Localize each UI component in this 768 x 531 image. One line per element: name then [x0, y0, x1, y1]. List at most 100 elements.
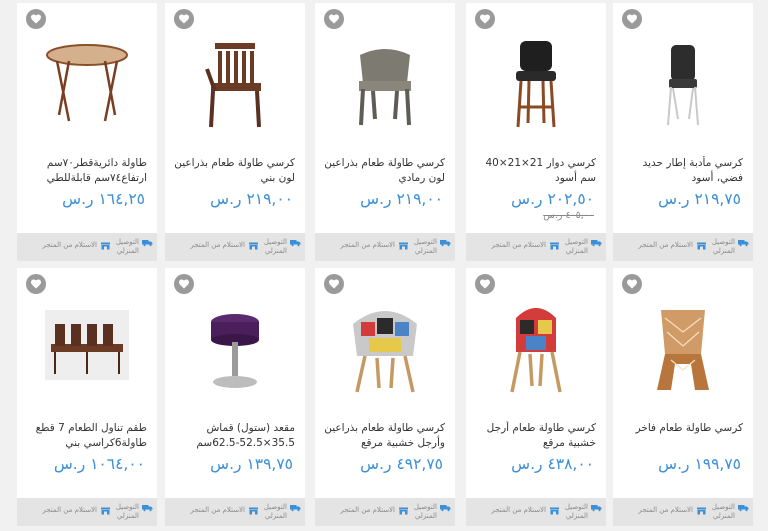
favorite-heart-icon[interactable]	[26, 9, 46, 29]
fulfillment-options: التوصيل المنزلي الاستلام من المتجر	[165, 233, 305, 261]
store-icon	[696, 506, 707, 518]
store-pickup-label: الاستلام من المتجر	[190, 241, 245, 249]
store-pickup-option: الاستلام من المتجر	[319, 506, 409, 518]
product-image[interactable]	[335, 33, 435, 133]
product-price: ١٩٩,٧٥ ر.س	[658, 455, 741, 473]
truck-icon	[440, 503, 451, 515]
product-price: ١٠٦٤,٠٠ ر.س	[53, 455, 145, 473]
home-delivery-label: التوصيل المنزلي	[115, 238, 139, 255]
product-price: ٢٠٢,٥٠ ر.س	[511, 190, 594, 208]
product-price: ٢١٩,٧٥ ر.س	[658, 190, 741, 208]
favorite-heart-icon[interactable]	[174, 274, 194, 294]
product-image[interactable]	[486, 298, 586, 398]
product-name[interactable]: كرسي طاولة طعام بذراعين لون بني	[169, 156, 295, 186]
product-image[interactable]	[335, 298, 435, 398]
fulfillment-options: التوصيل المنزلي الاستلام من المتجر	[315, 498, 455, 526]
product-name[interactable]: طاولة دائريةقطر٧٠سم ارتفاع٧٤سم قابلةللطي	[21, 156, 147, 186]
product-card[interactable]: طاولة دائريةقطر٧٠سم ارتفاع٧٤سم قابلةللطي…	[17, 3, 157, 261]
product-card[interactable]: مقعد (ستول) قماش 35.5×52.5-62.5سم ١٣٩,٧٥…	[165, 268, 305, 526]
product-image[interactable]	[185, 33, 285, 133]
product-name[interactable]: كرسي طاولة طعام بذراعين لون رمادي	[319, 156, 445, 186]
home-delivery-option: التوصيل المنزلي	[409, 503, 451, 521]
product-old-price: ٤٠٥,٠٠ ر.س	[543, 210, 594, 221]
home-delivery-option: التوصيل المنزلي	[560, 503, 602, 521]
gray-armchair-image	[359, 49, 411, 126]
product-name[interactable]: كرسي طاولة طعام فاخر	[617, 421, 743, 436]
home-delivery-label: التوصيل المنزلي	[711, 238, 735, 255]
gold-chair-image	[657, 310, 709, 390]
product-image[interactable]	[37, 33, 137, 133]
purple-stool-image	[211, 314, 259, 388]
truck-icon	[290, 503, 301, 515]
product-name[interactable]: كرسي دوار 21×21×40 سم أسود	[470, 156, 596, 186]
store-pickup-option: الاستلام من المتجر	[470, 241, 560, 253]
favorite-heart-icon[interactable]	[475, 9, 495, 29]
product-image[interactable]	[633, 33, 733, 133]
dining-set-image	[45, 310, 129, 380]
product-name[interactable]: طقم تناول الطعام 7 قطع طاولة6كراسي بني	[21, 421, 147, 451]
product-name[interactable]: مقعد (ستول) قماش 35.5×52.5-62.5سم	[169, 421, 295, 451]
home-delivery-option: التوصيل المنزلي	[111, 238, 153, 256]
product-image[interactable]	[486, 33, 586, 133]
product-name[interactable]: كرسي طاولة طعام أرجل خشبية مرقع	[470, 421, 596, 451]
store-icon	[398, 506, 409, 518]
fulfillment-options: التوصيل المنزلي الاستلام من المتجر	[17, 233, 157, 261]
home-delivery-label: التوصيل المنزلي	[263, 238, 287, 255]
home-delivery-option: التوصيل المنزلي	[259, 503, 301, 521]
product-image[interactable]	[633, 298, 733, 398]
home-delivery-label: التوصيل المنزلي	[413, 503, 437, 520]
store-icon	[549, 241, 560, 253]
round-table-image	[46, 44, 128, 122]
store-icon	[248, 506, 259, 518]
product-price: ١٣٩,٧٥ ر.س	[210, 455, 293, 473]
store-pickup-label: الاستلام من المتجر	[340, 506, 395, 514]
product-grid: كرسي مأدبة إطار حديد فضي، أسود ٢١٩,٧٥ ر.…	[0, 0, 768, 531]
store-icon	[100, 506, 111, 518]
favorite-heart-icon[interactable]	[622, 9, 642, 29]
truck-icon	[738, 238, 749, 250]
favorite-heart-icon[interactable]	[26, 274, 46, 294]
store-icon	[549, 506, 560, 518]
product-price: ١٦٤,٢٥ ر.س	[62, 190, 145, 208]
product-name[interactable]: كرسي مأدبة إطار حديد فضي، أسود	[617, 156, 743, 186]
store-pickup-option: الاستلام من المتجر	[617, 506, 707, 518]
product-card[interactable]: كرسي طاولة طعام بذراعين وأرجل خشبية مرقع…	[315, 268, 455, 526]
fulfillment-options: التوصيل المنزلي الاستلام من المتجر	[613, 498, 753, 526]
product-image[interactable]	[37, 298, 137, 398]
product-price: ٤٣٨,٠٠ ر.س	[511, 455, 594, 473]
product-card[interactable]: طقم تناول الطعام 7 قطع طاولة6كراسي بني ١…	[17, 268, 157, 526]
favorite-heart-icon[interactable]	[475, 274, 495, 294]
store-pickup-label: الاستلام من المتجر	[638, 506, 693, 514]
truck-icon	[142, 503, 153, 515]
product-card[interactable]: كرسي مأدبة إطار حديد فضي، أسود ٢١٩,٧٥ ر.…	[613, 3, 753, 261]
favorite-heart-icon[interactable]	[324, 274, 344, 294]
product-name[interactable]: كرسي طاولة طعام بذراعين وأرجل خشبية مرقع	[319, 421, 445, 451]
home-delivery-option: التوصيل المنزلي	[560, 238, 602, 256]
fulfillment-options: التوصيل المنزلي الاستلام من المتجر	[17, 498, 157, 526]
brown-armchair-image	[205, 43, 261, 128]
store-pickup-option: الاستلام من المتجر	[21, 506, 111, 518]
favorite-heart-icon[interactable]	[174, 9, 194, 29]
product-card[interactable]: كرسي طاولة طعام بذراعين لون رمادي ٢١٩,٠٠…	[315, 3, 455, 261]
home-delivery-option: التوصيل المنزلي	[707, 503, 749, 521]
favorite-heart-icon[interactable]	[622, 274, 642, 294]
store-pickup-label: الاستلام من المتجر	[491, 506, 546, 514]
store-pickup-label: الاستلام من المتجر	[190, 506, 245, 514]
product-card[interactable]: كرسي طاولة طعام بذراعين لون بني ٢١٩,٠٠ ر…	[165, 3, 305, 261]
product-card[interactable]: كرسي طاولة طعام أرجل خشبية مرقع ٤٣٨,٠٠ ر…	[466, 268, 606, 526]
home-delivery-label: التوصيل المنزلي	[711, 503, 735, 520]
fulfillment-options: التوصيل المنزلي الاستلام من المتجر	[315, 233, 455, 261]
truck-icon	[290, 238, 301, 250]
product-image[interactable]	[185, 298, 285, 398]
favorite-heart-icon[interactable]	[324, 9, 344, 29]
product-card[interactable]: كرسي دوار 21×21×40 سم أسود ٢٠٢,٥٠ ر.س ٤٠…	[466, 3, 606, 261]
store-pickup-option: الاستلام من المتجر	[470, 506, 560, 518]
product-price: ٢١٩,٠٠ ر.س	[210, 190, 293, 208]
home-delivery-label: التوصيل المنزلي	[263, 503, 287, 520]
store-pickup-label: الاستلام من المتجر	[638, 241, 693, 249]
store-pickup-label: الاستلام من المتجر	[42, 241, 97, 249]
product-card[interactable]: كرسي طاولة طعام فاخر ١٩٩,٧٥ ر.س التوصيل …	[613, 268, 753, 526]
fulfillment-options: التوصيل المنزلي الاستلام من المتجر	[466, 498, 606, 526]
fulfillment-options: التوصيل المنزلي الاستلام من المتجر	[613, 233, 753, 261]
store-icon	[398, 241, 409, 253]
